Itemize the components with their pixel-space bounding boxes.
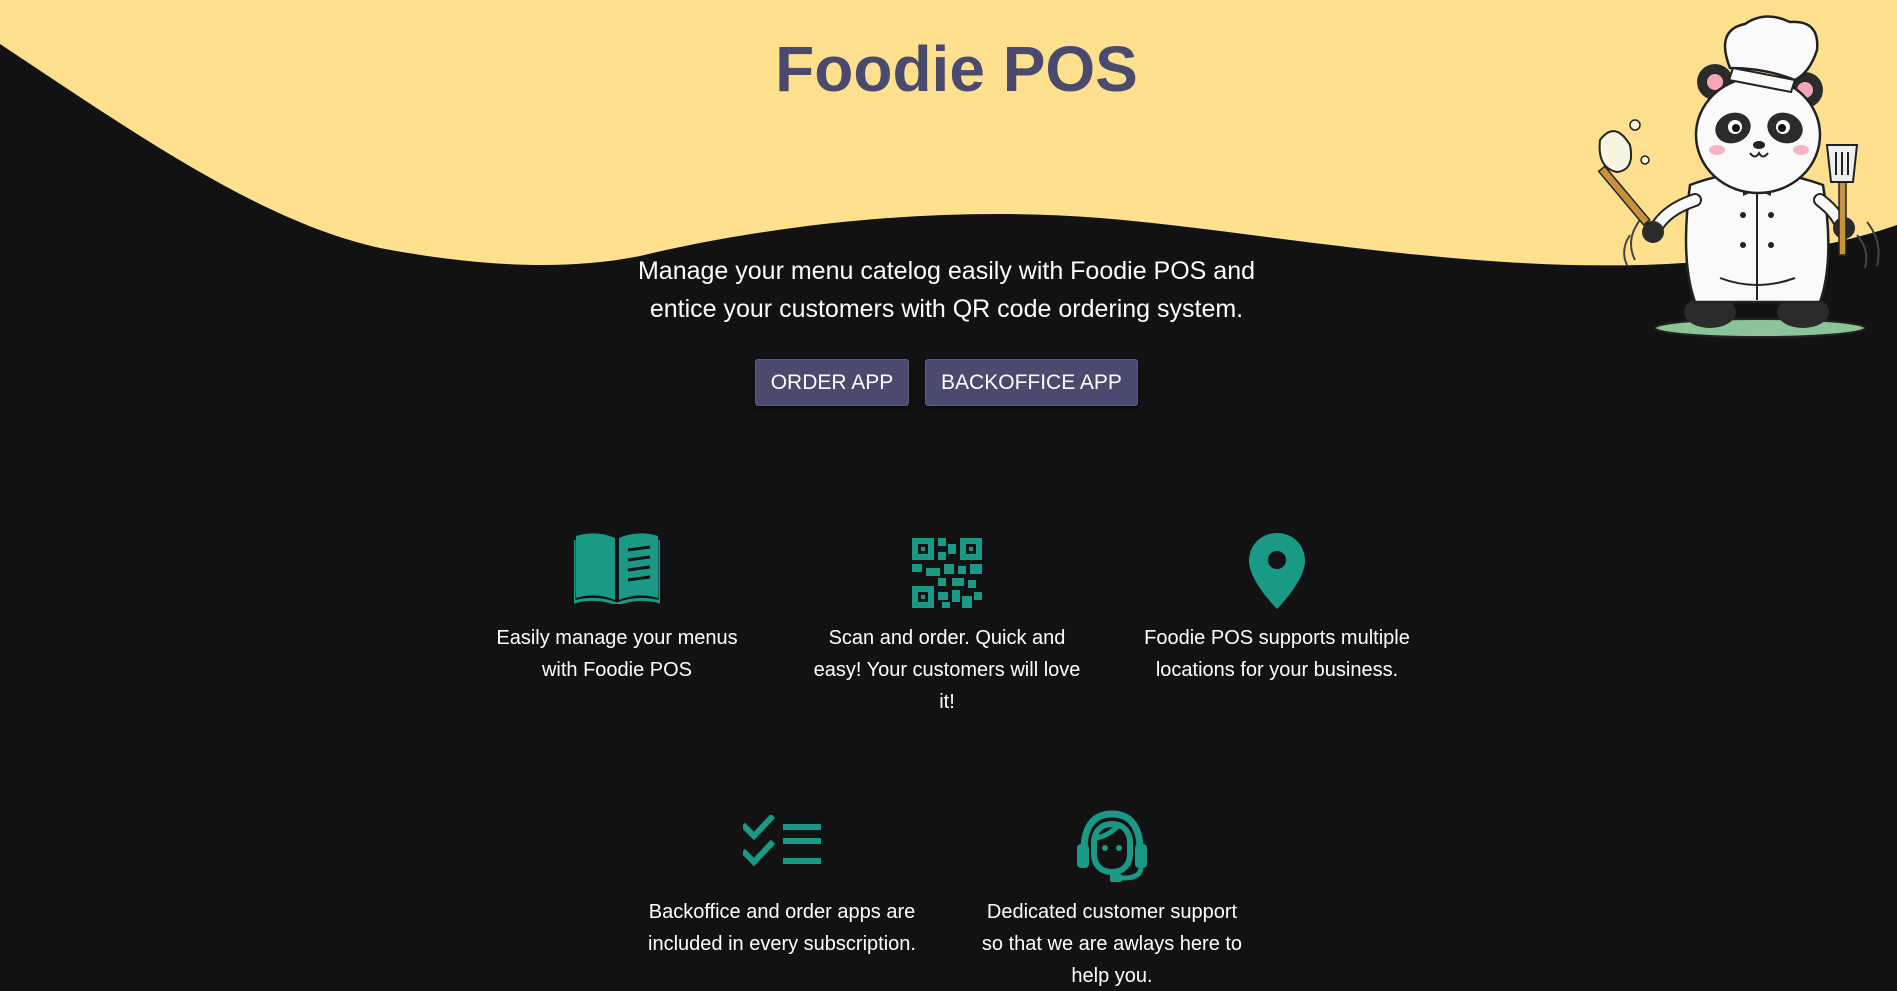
open-book-icon [574,533,660,604]
hero-tagline: Manage your menu catelog easily with Foo… [590,252,1303,328]
qr-code-icon [912,538,982,608]
feature-qr-ordering-text: Scan and order. Quick and easy! Your cus… [813,627,1081,713]
feature-included-apps-text: Backoffice and order apps are included i… [648,901,916,955]
backoffice-app-button[interactable]: BACKOFFICE APP [925,359,1138,406]
feature-menu-management-text: Easily manage your menus with Foodie POS [496,627,738,681]
feature-menu-management: Easily manage your menus with Foodie POS [482,530,752,690]
feature-multiple-locations: Foodie POS supports multiple locations f… [1142,530,1412,720]
feature-customer-support-text: Dedicated customer support so that we ar… [981,901,1243,987]
feature-included-apps: Backoffice and order apps are included i… [647,805,917,991]
landing-page: Foodie POS Manage your menu catelog easi… [0,0,1897,991]
tagline-line-2: entice your customers with QR code order… [649,295,1244,323]
panda-chef-illustration [1597,15,1880,338]
feature-customer-support: Dedicated customer support so that we ar… [977,805,1247,991]
headset-support-icon [1077,810,1147,882]
feature-multiple-locations-text: Foodie POS supports multiple locations f… [1144,627,1410,681]
location-pin-icon [1249,533,1305,609]
feature-qr-ordering: Scan and order. Quick and easy! Your cus… [812,530,1082,720]
order-app-button[interactable]: ORDER APP [755,359,909,406]
tagline-line-1: Manage your menu catelog easily with Foo… [637,257,1256,285]
checklist-icon [743,815,821,867]
